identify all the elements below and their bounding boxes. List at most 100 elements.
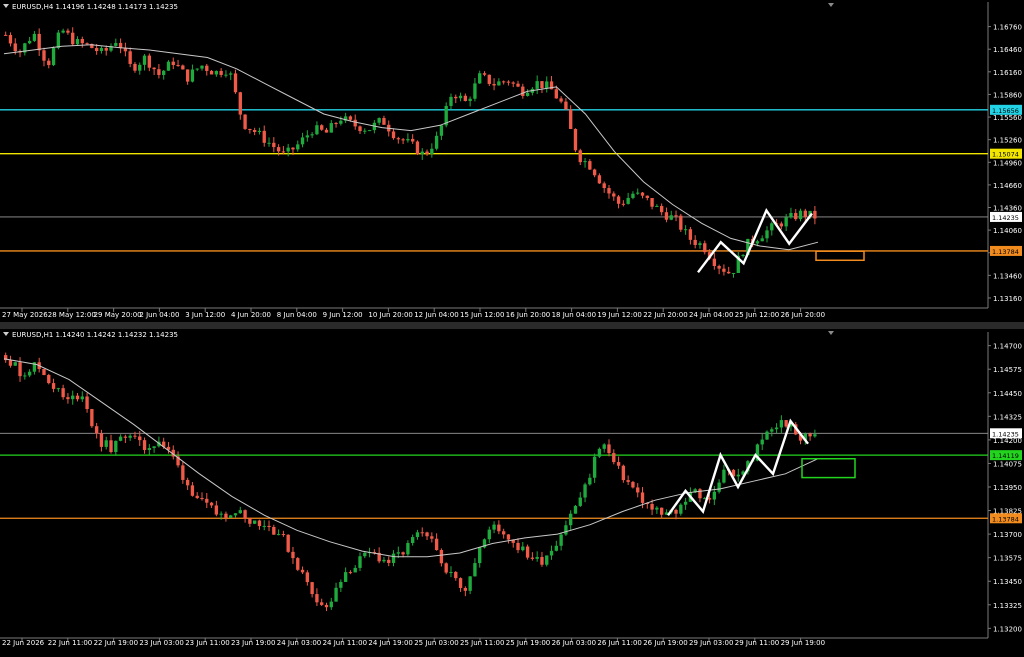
panel2-y-tick-label: 1.13575 — [993, 555, 1022, 563]
panel1-candle-body — [300, 137, 305, 145]
panel2-candle-body — [554, 545, 558, 551]
panel1-target-box[interactable] — [815, 250, 865, 262]
panel1-candle-body — [712, 258, 717, 267]
panel1-candle-body — [75, 39, 80, 45]
panel1-scroll-marker-icon[interactable] — [828, 3, 834, 7]
panel1-candle-body — [425, 151, 429, 155]
panel2-candle-body — [621, 465, 626, 481]
panel2-candle-body — [47, 375, 51, 384]
panel2-x-tick-label: 22 Jun 11:00 — [48, 639, 92, 647]
panel1-y-tick-label: 1.14060 — [993, 227, 1022, 235]
panel1-candle-body — [310, 134, 314, 136]
panel2-menu-triangle-icon[interactable] — [3, 332, 9, 336]
panel1-candle-body — [626, 197, 630, 204]
panel1-candle-body — [391, 131, 396, 139]
panel2-x-tick-label: 22 Jun 19:00 — [94, 639, 138, 647]
panel1-candle-body — [353, 119, 357, 127]
panel2-x-tick-label: 29 Jun 03:00 — [689, 639, 733, 647]
panel1-candle-body — [784, 217, 788, 227]
panel2-candle-body — [209, 502, 214, 506]
panel1-candle-body — [133, 63, 137, 71]
panel1-candle-body — [56, 32, 61, 48]
panel2-candle-body — [353, 567, 357, 573]
panel2-candle-body — [674, 509, 678, 514]
panel1-x-tick-label: 19 Jun 12:00 — [597, 311, 641, 319]
panel2-header-text: EURUSD,H1 1.14240 1.14242 1.14232 1.1423… — [12, 331, 178, 339]
panel1-candle-body — [789, 213, 793, 218]
panel2-candle-body — [138, 436, 142, 441]
panel1-menu-triangle-icon[interactable] — [3, 4, 9, 8]
panel2-candle-body — [339, 581, 343, 588]
panel2-candle-body — [683, 501, 688, 505]
panel1-candle-body — [61, 30, 65, 33]
panel1-candle-body — [540, 81, 544, 89]
panel1-candle-body — [669, 215, 673, 220]
panel2-scroll-marker-icon[interactable] — [828, 331, 834, 335]
panel1-candle-body — [578, 150, 582, 163]
panel1-candle-body — [607, 188, 611, 194]
panel1-candle-body — [238, 92, 242, 115]
panel1-candle-body — [545, 81, 549, 89]
panel1-candle-body — [286, 147, 290, 152]
panel1-x-tick-label: 27 May 2026 — [2, 311, 48, 319]
panel2-candle-body — [569, 513, 573, 526]
panel2-candle-body — [142, 440, 147, 451]
panel1-candle-body — [181, 65, 185, 70]
panel2-candle-body — [214, 505, 219, 515]
panel2-candle-body — [61, 388, 65, 398]
panel1-candle-body — [248, 128, 252, 131]
trading-chart-window: EURUSD,H4 1.14196 1.14248 1.14173 1.1423… — [0, 0, 1024, 653]
panel1-candle-body — [813, 210, 817, 219]
panel1-level-price-label: 1.13784 — [992, 248, 1019, 256]
panel1-candle-body — [171, 61, 175, 66]
panel2-target-box[interactable] — [801, 457, 856, 479]
panel2-candle-body — [104, 440, 108, 447]
panel2-candle-body — [185, 479, 190, 486]
panel1-moving-average-line — [3, 44, 819, 251]
panel2-candle-body — [257, 520, 262, 527]
panel1-candle-body — [650, 197, 654, 207]
panel2-x-tick-label: 23 Jun 19:00 — [231, 639, 275, 647]
panel2-candle-body — [640, 492, 645, 503]
panel1-level-price-label: 1.15656 — [992, 107, 1019, 115]
panel1-y-tick-label: 1.13160 — [993, 295, 1022, 303]
panel1-candle-body — [770, 223, 774, 231]
panel1-candle-body — [506, 81, 511, 83]
panel1-candle-body — [66, 30, 70, 33]
panel2-candle-body — [348, 572, 353, 574]
panel1-candle-body — [497, 81, 501, 86]
panel1-candle-body — [698, 243, 702, 245]
panel2-candle-body — [636, 487, 640, 493]
panel2-candle-body — [296, 558, 300, 570]
panel1-candle-body — [597, 175, 602, 184]
panel2-x-tick-label: 23 Jun 11:00 — [185, 639, 229, 647]
panel2-candle-body — [607, 444, 611, 454]
panel1-candle-body — [219, 70, 223, 75]
panel1-candle-body — [190, 69, 195, 82]
panel2-candle-body — [99, 433, 104, 447]
panel2-candle-body — [66, 397, 70, 400]
panel2-candle-body — [444, 563, 448, 573]
panel2-candle-body — [190, 485, 195, 496]
panel1-candle-body — [114, 42, 118, 46]
panel2-candle-body — [516, 542, 520, 551]
panel1-candle-body — [281, 151, 286, 153]
panel1-x-tick-label: 24 Jun 04:00 — [689, 311, 733, 319]
panel2-candle-body — [195, 495, 199, 499]
panel1-candle-body — [147, 55, 151, 68]
panel1-candle-body — [631, 193, 635, 198]
panel1-candle-body — [229, 73, 233, 75]
panel2-x-tick-label: 26 Jun 19:00 — [643, 639, 687, 647]
panel1-candle-body — [51, 47, 56, 66]
panel1-candle-body — [703, 243, 707, 253]
panel2-candle-body — [712, 491, 717, 500]
panel1-candle-body — [411, 138, 415, 142]
panel2-candle-body — [262, 525, 266, 527]
panel2-candle-body — [530, 557, 535, 559]
panel2-candle-body — [425, 532, 429, 537]
panel1-y-tick-label: 1.14360 — [993, 205, 1022, 213]
panel1-candle-body — [760, 238, 764, 242]
panel2-candle-body — [324, 604, 329, 608]
panel2-y-tick-label: 1.13325 — [993, 602, 1022, 610]
panel1-candle-body — [324, 129, 329, 133]
